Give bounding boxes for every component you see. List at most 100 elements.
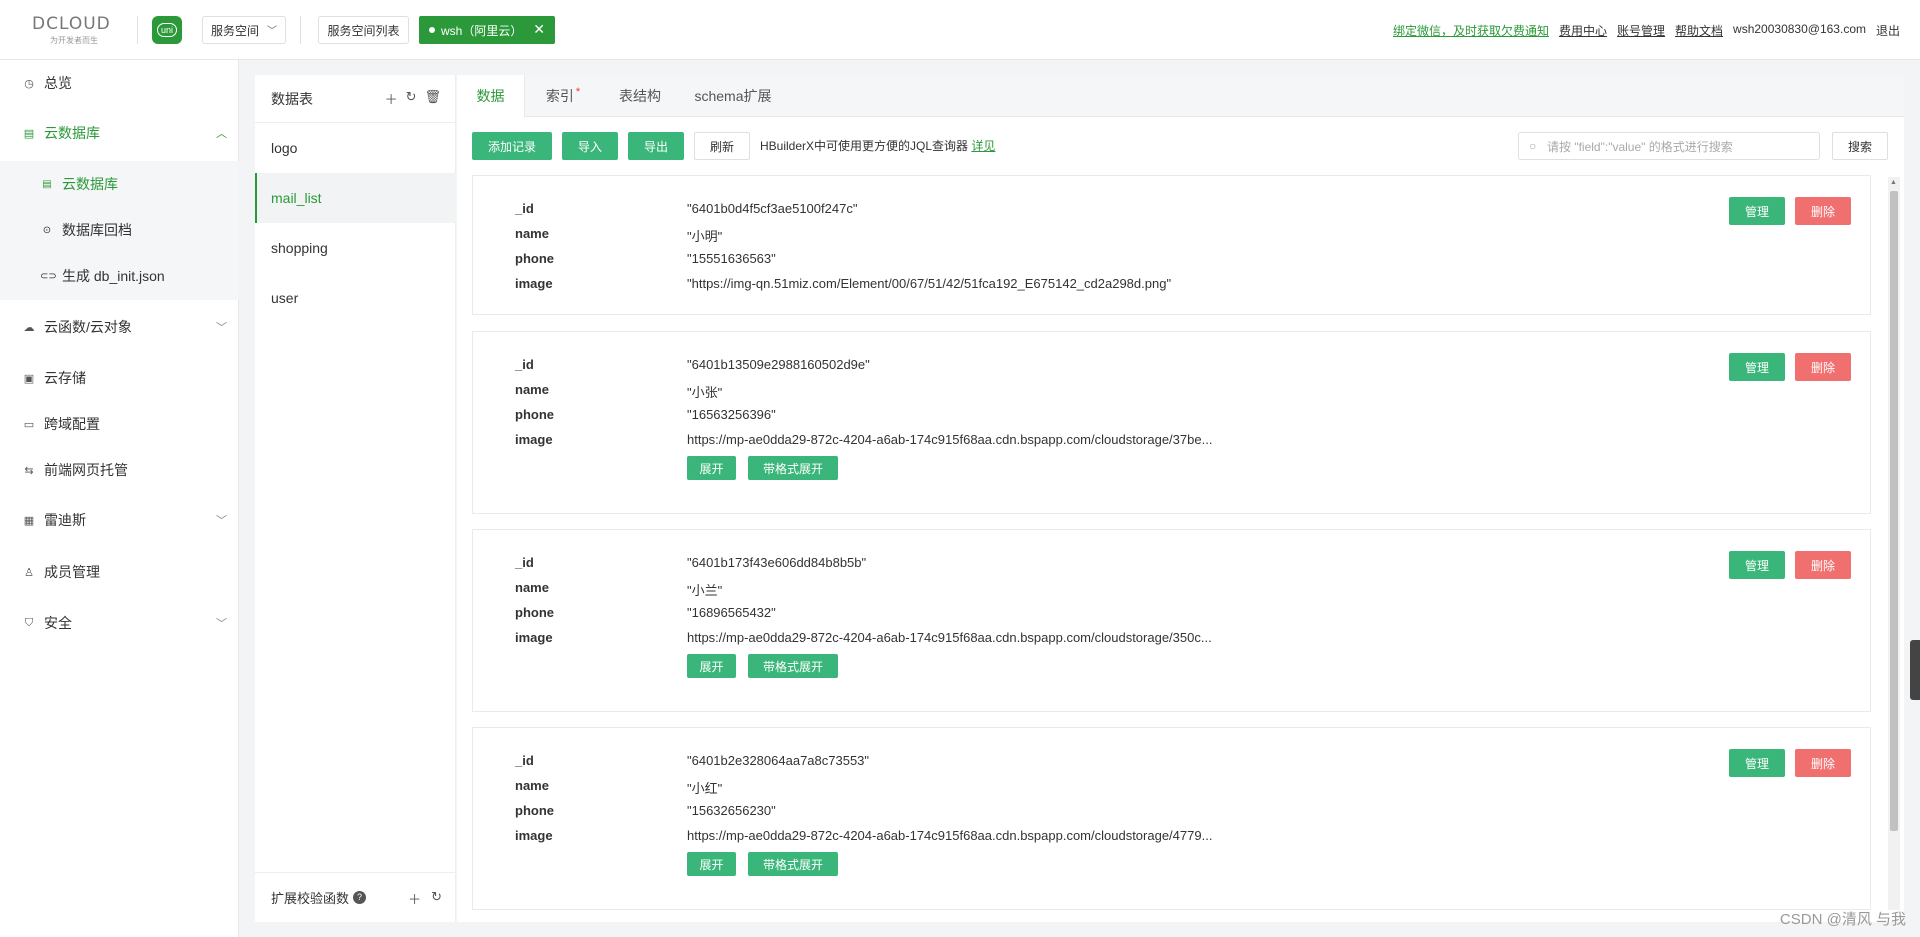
expand-formatted-button[interactable]: 带格式展开 — [748, 654, 838, 678]
help-icon[interactable]: ? — [353, 891, 367, 904]
subnav-cloud-db[interactable]: ▤ 云数据库 — [0, 161, 239, 207]
add-icon[interactable]: ＋ — [385, 89, 398, 108]
nav-security[interactable]: ⛉ 安全 ﹀ — [0, 600, 239, 646]
delete-button[interactable]: 删除 — [1795, 353, 1851, 381]
manage-button[interactable]: 管理 — [1729, 353, 1785, 381]
current-space-tag[interactable]: wsh（阿里云） ✕ — [419, 16, 555, 44]
tables-header: 数据表 ＋ ↻ 🗑 — [255, 75, 455, 123]
chevron-up-icon: ︿ — [216, 128, 227, 140]
status-dot-icon — [429, 27, 435, 33]
refresh-icon[interactable]: ↻ — [406, 89, 417, 108]
top-bar: DCLOUD 为开发者而生 uni 服务空间 ﹀ 服务空间列表 wsh（阿里云）… — [0, 0, 1920, 60]
record-id: "6401b173f43e606dd84b8b5b" — [687, 555, 867, 570]
refresh-button[interactable]: 刷新 — [694, 132, 750, 160]
add-icon[interactable]: ＋ — [408, 889, 421, 908]
subnav-gen-init[interactable]: ⊂⊃ 生成 db_init.json — [0, 253, 239, 299]
import-button[interactable]: 导入 — [562, 132, 618, 160]
record-phone: "15551636563" — [687, 251, 776, 266]
record-phone: "16896565432" — [687, 605, 776, 620]
divider — [137, 16, 138, 44]
delete-button[interactable]: 删除 — [1795, 749, 1851, 777]
expand-button[interactable]: 展开 — [687, 654, 736, 678]
add-record-button[interactable]: 添加记录 — [472, 132, 552, 160]
hosting-icon: ⇆ — [24, 464, 34, 477]
manage-button[interactable]: 管理 — [1729, 749, 1785, 777]
side-panel-handle[interactable] — [1910, 640, 1920, 700]
close-icon[interactable]: ✕ — [533, 21, 545, 38]
expand-formatted-button[interactable]: 带格式展开 — [748, 852, 838, 876]
account-link[interactable]: 账号管理 — [1617, 22, 1665, 39]
tab-data[interactable]: 数据 — [457, 75, 525, 117]
trash-icon[interactable]: 🗑 — [424, 89, 441, 108]
main-panel: 数据 索引 * 表结构 schema扩展 添加记录 导入 导出 刷新 HBuild… — [457, 75, 1904, 922]
space-select[interactable]: 服务空间 ﹀ — [202, 16, 286, 44]
record-name: "小张" — [687, 385, 723, 400]
tab-schema-ext[interactable]: schema扩展 — [679, 75, 787, 117]
table-item-mail-list[interactable]: mail_list — [255, 173, 456, 223]
user-icon: ♙ — [24, 566, 34, 579]
nav-redis[interactable]: ▦ 雷迪斯 ﹀ — [0, 497, 239, 543]
record-card: _id "6401b2e328064aa7a8c73553" name "小红"… — [472, 727, 1871, 910]
space-list-button[interactable]: 服务空间列表 — [318, 16, 409, 44]
jql-details-link[interactable]: 详见 — [971, 139, 995, 153]
nav-overview[interactable]: ◷ 总览 — [0, 60, 239, 106]
table-item-user[interactable]: user — [255, 273, 456, 323]
subnav-rollback[interactable]: ⊙ 数据库回档 — [0, 207, 239, 253]
database-icon: ▤ — [23, 127, 35, 140]
delete-button[interactable]: 删除 — [1795, 197, 1851, 225]
tab-bar: 数据 索引 * 表结构 schema扩展 — [457, 75, 1904, 117]
record-card: _id "6401b13509e2988160502d9e" name "小张"… — [472, 331, 1871, 514]
brand-name: DCLOUD — [32, 14, 111, 34]
record-name: "小明" — [687, 229, 723, 244]
ext-validate-footer: 扩展校验函数 ? ＋ ↻ — [255, 872, 456, 922]
cors-icon: ▭ — [23, 418, 35, 431]
record-id: "6401b13509e2988160502d9e" — [687, 357, 870, 372]
chevron-down-icon: ﹀ — [216, 515, 227, 527]
logout-link[interactable]: 退出 — [1876, 22, 1900, 39]
nav-members[interactable]: ♙ 成员管理 — [0, 549, 239, 595]
delete-button[interactable]: 删除 — [1795, 551, 1851, 579]
nav-cloud-func[interactable]: ☁ 云函数/云对象 ﹀ — [0, 304, 239, 350]
record-id: "6401b0d4f5cf3ae5100f247c" — [687, 201, 858, 216]
scroll-up-icon[interactable]: ▲ — [1890, 179, 1897, 186]
record-image: "https://img-qn.51miz.com/Element/00/67/… — [687, 276, 1172, 291]
chevron-down-icon: ﹀ — [267, 26, 277, 37]
record-image: https://mp-ae0dda29-872c-4204-a6ab-174c9… — [687, 630, 1212, 645]
refresh-icon[interactable]: ↻ — [431, 889, 442, 908]
records-scrollbar[interactable]: ▲ — [1888, 177, 1900, 910]
billing-link[interactable]: 费用中心 — [1559, 22, 1607, 39]
shield-icon: ⛉ — [24, 616, 34, 629]
nav-cloud-db[interactable]: ▤ 云数据库 ︿ — [0, 110, 239, 156]
clock-icon: ◷ — [24, 77, 34, 90]
record-image: https://mp-ae0dda29-872c-4204-a6ab-174c9… — [687, 432, 1213, 447]
tab-schema[interactable]: 表结构 — [601, 75, 679, 117]
record-image: https://mp-ae0dda29-872c-4204-a6ab-174c9… — [687, 828, 1213, 843]
storage-icon: ▣ — [23, 372, 35, 385]
nav-storage[interactable]: ▣ 云存储 — [0, 355, 239, 401]
search-input[interactable]: ○ 请按 "field":"value" 的格式进行搜索 — [1518, 132, 1820, 160]
user-email[interactable]: wsh20030830@163.com — [1733, 22, 1866, 39]
dcloud-logo[interactable]: DCLOUD 为开发者而生 — [32, 14, 122, 46]
link-icon: ⊂⊃ — [40, 270, 57, 282]
space-tag-label: wsh（阿里云） — [441, 23, 523, 38]
rollback-icon: ⊙ — [42, 224, 52, 236]
tab-index[interactable]: 索引 * — [525, 75, 601, 117]
table-item-logo[interactable]: logo — [255, 123, 456, 173]
manage-button[interactable]: 管理 — [1729, 197, 1785, 225]
expand-formatted-button[interactable]: 带格式展开 — [748, 456, 838, 480]
brand-slogan: 为开发者而生 — [50, 36, 98, 45]
expand-button[interactable]: 展开 — [687, 456, 736, 480]
nav-cors[interactable]: ▭ 跨域配置 — [0, 401, 239, 447]
expand-button[interactable]: 展开 — [687, 852, 736, 876]
manage-button[interactable]: 管理 — [1729, 551, 1785, 579]
search-button[interactable]: 搜索 — [1832, 132, 1888, 160]
scrollbar-thumb[interactable] — [1890, 191, 1898, 831]
bind-wechat-link[interactable]: 绑定微信，及时获取欠费通知 — [1393, 22, 1549, 39]
export-button[interactable]: 导出 — [628, 132, 684, 160]
record-card: _id "6401b173f43e606dd84b8b5b" name "小兰"… — [472, 529, 1871, 712]
uni-cloud-logo[interactable]: uni — [152, 16, 182, 44]
table-item-shopping[interactable]: shopping — [255, 223, 456, 273]
sidebar: ◷ 总览 ▤ 云数据库 ︿ ▤ 云数据库 ⊙ 数据库回档 ⊂⊃ 生成 db_in… — [0, 60, 239, 937]
help-link[interactable]: 帮助文档 — [1675, 22, 1723, 39]
nav-hosting[interactable]: ⇆ 前端网页托管 — [0, 447, 239, 493]
